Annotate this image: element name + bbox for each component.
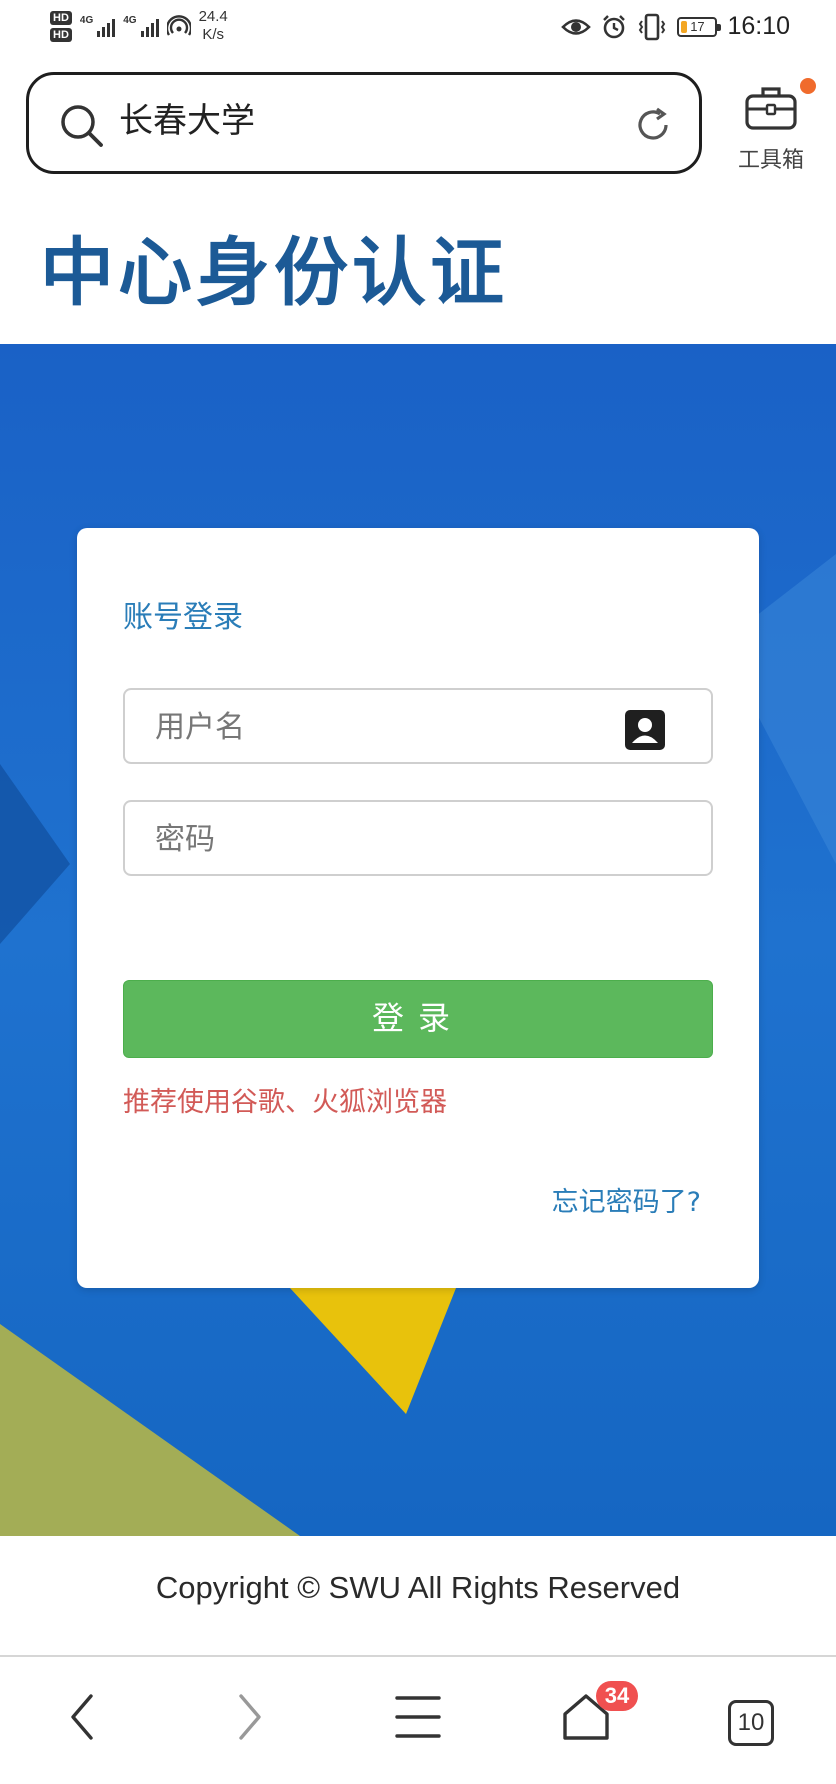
login-card: 账号登录 登录 推荐使用谷歌、火狐浏览器 忘记密码了?	[77, 528, 759, 1288]
toolbox-icon	[745, 87, 797, 130]
bottom-nav: 34 10	[0, 1657, 836, 1784]
battery-level: 17	[690, 18, 705, 34]
clock: 16:10	[727, 12, 790, 40]
username-field[interactable]	[123, 688, 713, 764]
forward-icon	[239, 1694, 261, 1740]
status-bar: HD HD 4G 4G 24.4 K/s 17 16:10	[0, 0, 836, 62]
status-right: 17 16:10	[561, 12, 790, 41]
tabs-icon[interactable]: 10	[728, 1700, 774, 1746]
page-title: 中心身份认证	[40, 230, 508, 316]
address-query[interactable]: 长春大学	[119, 95, 255, 147]
menu-button[interactable]	[388, 1687, 448, 1747]
password-input[interactable]	[153, 802, 617, 876]
address-bar[interactable]: 长春大学	[26, 72, 702, 174]
browser-tip: 推荐使用谷歌、火狐浏览器	[123, 1087, 447, 1118]
user-card-icon	[625, 710, 665, 750]
copyright: Copyright © SWU All Rights Reserved	[155, 1570, 681, 1605]
battery-icon: 17	[677, 16, 722, 37]
toolbox-label: 工具箱	[737, 148, 804, 173]
toolbox-button[interactable]: 工具箱	[730, 78, 816, 178]
hotspot-icon	[166, 15, 191, 36]
reload-icon[interactable]	[633, 105, 673, 145]
username-input[interactable]	[153, 690, 617, 764]
hd-badge-2: HD	[50, 27, 72, 42]
login-button[interactable]: 登录	[123, 980, 713, 1058]
network-speed: 24.4 K/s	[198, 8, 228, 43]
vibrate-icon	[639, 13, 666, 40]
search-icon	[61, 105, 103, 147]
alarm-icon	[603, 14, 626, 38]
back-icon	[71, 1694, 93, 1740]
status-left: HD HD 4G 4G 24.4 K/s	[50, 8, 228, 44]
hd-badge-1: HD	[50, 10, 72, 25]
eye-icon	[561, 18, 592, 35]
menu-icon	[395, 1696, 441, 1738]
home-badge: 34	[596, 1681, 638, 1711]
login-tab-account[interactable]: 账号登录	[123, 592, 243, 636]
signal-icon-1: 4G	[80, 15, 116, 37]
notification-dot	[800, 78, 816, 94]
back-button[interactable]	[52, 1687, 112, 1747]
forward-button[interactable]	[220, 1687, 280, 1747]
forgot-password-link[interactable]: 忘记密码了?	[552, 1180, 701, 1219]
signal-icon-2: 4G	[123, 15, 159, 37]
password-field[interactable]	[123, 800, 713, 876]
hd-indicators: HD HD	[50, 10, 72, 42]
